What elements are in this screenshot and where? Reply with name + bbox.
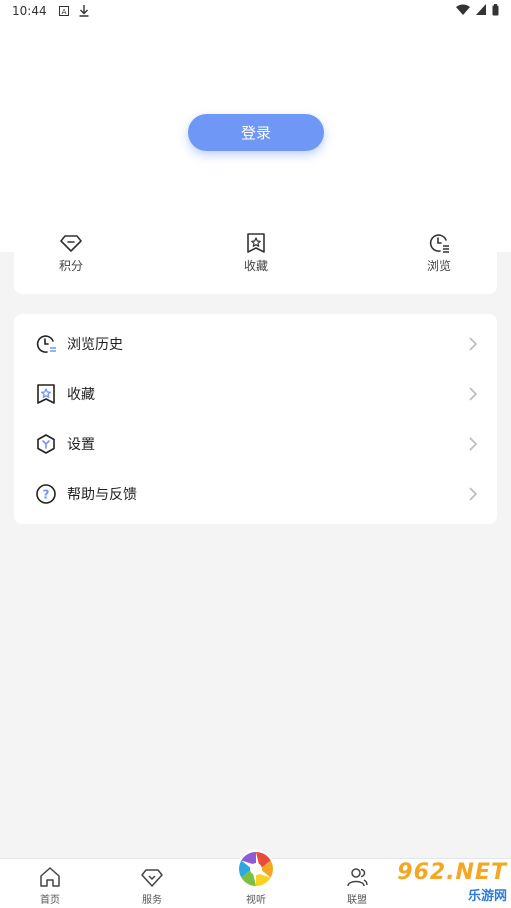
download-icon [79, 5, 89, 17]
chevron-right-icon [467, 336, 479, 352]
chevron-right-icon [467, 486, 479, 502]
diamond-icon [60, 232, 82, 254]
login-button[interactable]: 登录 [188, 114, 324, 151]
settings-hexagon-icon [35, 433, 57, 455]
chevron-right-icon [467, 436, 479, 452]
bottom-tab-bar: 首页 服务 视听 联盟 [0, 850, 511, 908]
quick-item-browse[interactable]: 浏览 [409, 232, 469, 278]
profile-header: 登录 [0, 22, 511, 252]
svg-text:A: A [61, 8, 66, 16]
tab-home[interactable]: 首页 [20, 865, 80, 908]
status-right-icons [456, 3, 499, 19]
quick-item-favorites[interactable]: 收藏 [226, 232, 286, 278]
battery-icon [492, 3, 499, 19]
menu-item-help[interactable]: ? 帮助与反馈 [14, 469, 497, 519]
tab-media[interactable]: 视听 [226, 849, 286, 906]
tab-label: 联盟 [347, 895, 367, 906]
quick-links-card: 积分 收藏 浏览 [14, 230, 497, 294]
menu-item-label: 收藏 [67, 387, 95, 403]
menu-item-settings[interactable]: 设置 [14, 419, 497, 469]
quick-item-points[interactable]: 积分 [41, 232, 101, 278]
help-circle-icon: ? [35, 483, 57, 505]
users-icon [345, 865, 369, 889]
tab-alliance[interactable]: 联盟 [327, 865, 387, 908]
chevron-right-icon [467, 386, 479, 402]
svg-text:?: ? [43, 488, 50, 502]
wifi-icon [456, 4, 470, 18]
bookmark-star-icon [35, 383, 57, 405]
tab-label: 服务 [142, 895, 162, 906]
quick-item-label: 浏览 [426, 259, 451, 273]
quick-item-label: 积分 [58, 259, 83, 273]
tab-services[interactable]: 服务 [122, 865, 182, 908]
status-bar: 10:44 A [0, 0, 511, 22]
history-clock-icon [35, 333, 57, 355]
quick-item-label: 收藏 [243, 259, 268, 273]
home-icon [38, 865, 62, 889]
bookmark-star-icon [245, 232, 267, 254]
status-time: 10:44 [12, 4, 47, 18]
tab-label: 视听 [246, 895, 266, 906]
signal-icon [476, 4, 486, 18]
menu-item-label: 帮助与反馈 [67, 487, 137, 503]
menu-card: 浏览历史 收藏 设置 ? 帮助与反馈 [14, 314, 497, 524]
aperture-icon [236, 849, 276, 889]
menu-item-label: 浏览历史 [67, 337, 123, 353]
clock-list-icon [428, 232, 450, 254]
menu-item-label: 设置 [67, 437, 95, 453]
menu-item-favorites[interactable]: 收藏 [14, 369, 497, 419]
a-icon: A [58, 6, 69, 16]
tab-label: 首页 [40, 895, 60, 906]
diamond-icon [140, 865, 164, 889]
menu-item-history[interactable]: 浏览历史 [14, 319, 497, 369]
